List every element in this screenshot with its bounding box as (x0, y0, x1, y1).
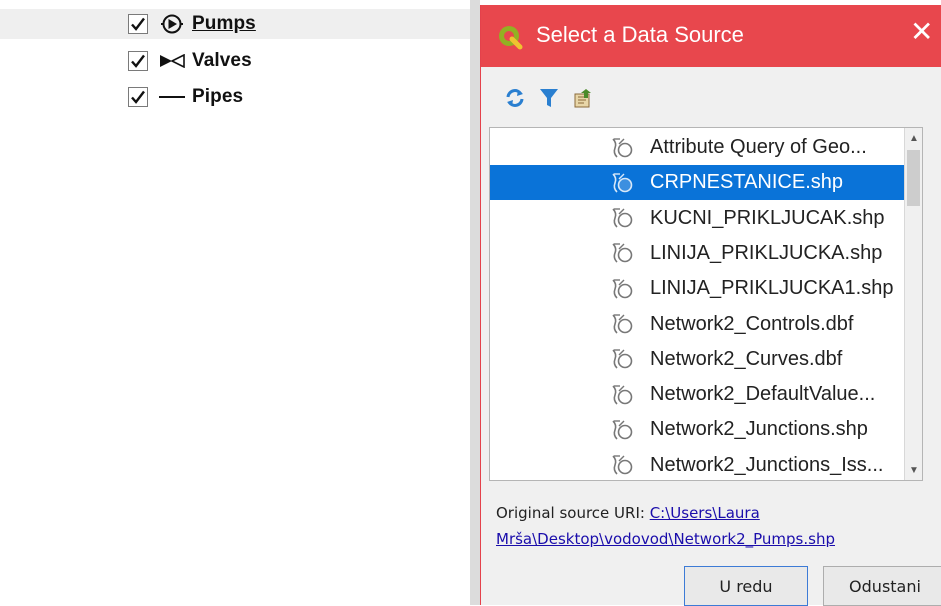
list-item-label: Network2_Controls.dbf (650, 312, 854, 335)
list-item[interactable]: CRPNESTANICE.shp (490, 165, 904, 201)
list-item[interactable]: LINIJA_PRIKLJUCKA1.shp (490, 271, 904, 306)
scroll-thumb[interactable] (907, 150, 920, 206)
shapefile-icon (608, 417, 634, 443)
refresh-icon[interactable] (501, 85, 529, 111)
checkmark-icon (131, 90, 145, 104)
filter-icon[interactable] (535, 85, 563, 111)
scroll-up-icon[interactable]: ▲ (905, 128, 922, 148)
list-item-label: LINIJA_PRIKLJUCKA1.shp (650, 277, 894, 300)
dialog-toolbar (501, 85, 603, 111)
list-item-label: Network2_Junctions_Iss... (650, 453, 884, 476)
layer-row-pipes[interactable]: Pipes (128, 84, 243, 110)
checkbox-pumps[interactable] (128, 14, 148, 34)
cancel-button[interactable]: Odustani (823, 566, 941, 606)
uri-link-continued[interactable]: Mrša\Desktop\vodovod\Network2_Pumps.shp (496, 530, 835, 548)
layer-label-valves[interactable]: Valves (192, 50, 252, 72)
shapefile-icon (608, 346, 634, 372)
layer-tree-panel: Pumps Valves Pipes (0, 0, 480, 605)
layer-row-valves[interactable]: Valves (128, 48, 252, 74)
import-icon[interactable] (569, 85, 597, 111)
list-item[interactable]: KUCNI_PRIKLJUCAK.shp (490, 201, 904, 236)
shapefile-icon (608, 170, 634, 196)
checkmark-icon (131, 54, 145, 68)
uri-label: Original source URI: (496, 504, 650, 522)
list-item-label: LINIJA_PRIKLJUCKA.shp (650, 241, 883, 264)
list-item-label: KUCNI_PRIKLJUCAK.shp (650, 206, 885, 229)
ok-button[interactable]: U redu (684, 566, 808, 606)
list-item-label: Network2_DefaultValue... (650, 383, 876, 406)
dialog-title: Select a Data Source (536, 22, 744, 47)
valve-icon (158, 51, 186, 71)
list-item[interactable]: Network2_Controls.dbf (490, 307, 904, 342)
list-item[interactable]: Network2_Curves.dbf (490, 342, 904, 377)
checkbox-pipes[interactable] (128, 87, 148, 107)
list-item-label: Attribute Query of Geo... (650, 136, 867, 158)
shapefile-icon (608, 311, 634, 337)
checkbox-valves[interactable] (128, 51, 148, 71)
checkmark-icon (131, 17, 145, 31)
shapefile-icon (608, 135, 634, 161)
data-source-list[interactable]: Attribute Query of Geo... CRPNESTANICE.sh… (489, 127, 923, 481)
list-item-label: Network2_Curves.dbf (650, 347, 843, 370)
qgis-logo-icon (497, 24, 523, 50)
pane-divider[interactable] (470, 0, 480, 605)
list-item[interactable]: LINIJA_PRIKLJUCKA.shp (490, 236, 904, 271)
source-uri-block: Original source URI: C:\Users\Laura Mrša… (496, 500, 835, 552)
layer-label-pipes[interactable]: Pipes (192, 86, 243, 108)
layer-row-pumps[interactable]: Pumps (128, 11, 256, 37)
shapefile-icon (608, 205, 634, 231)
vertical-scrollbar[interactable]: ▲ ▼ (904, 128, 922, 480)
scroll-down-icon[interactable]: ▼ (905, 460, 922, 480)
list-item-label: Network2_Junctions.shp (650, 418, 868, 441)
list-item[interactable]: Network2_DefaultValue... (490, 377, 904, 412)
dialog-titlebar[interactable]: Select a Data Source ✕ (481, 5, 941, 67)
uri-link[interactable]: C:\Users\Laura (650, 504, 760, 522)
shapefile-icon (608, 382, 634, 408)
shapefile-icon (608, 452, 634, 478)
close-icon[interactable]: ✕ (910, 18, 933, 46)
list-item[interactable]: Network2_Junctions.shp (490, 412, 904, 447)
list-item[interactable]: Network2_Junctions_Iss... (490, 448, 904, 480)
shapefile-icon (608, 276, 634, 302)
layer-label-pumps[interactable]: Pumps (192, 13, 256, 35)
pipe-line-icon (158, 87, 186, 107)
pump-icon (158, 14, 186, 34)
list-item[interactable]: Attribute Query of Geo... (490, 130, 904, 165)
shapefile-icon (608, 240, 634, 266)
list-item-label: CRPNESTANICE.shp (650, 171, 844, 194)
select-data-source-dialog: Select a Data Source ✕ Attribute Query o… (480, 5, 941, 606)
